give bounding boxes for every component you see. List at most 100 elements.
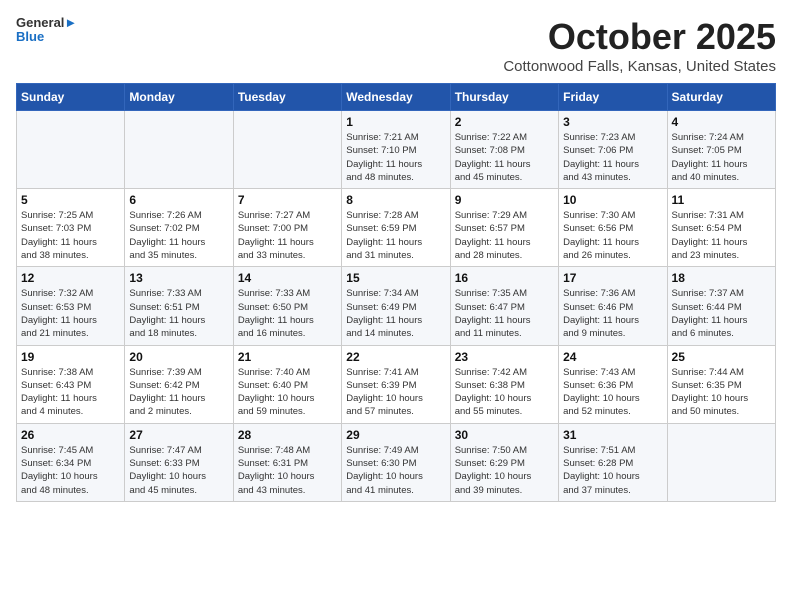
week-row-3: 12Sunrise: 7:32 AM Sunset: 6:53 PM Dayli…	[17, 267, 776, 345]
day-number: 29	[346, 428, 445, 442]
table-row: 30 Sunrise: 7:50 AM Sunset: 6:29 PM Dayli…	[450, 423, 558, 501]
table-row: 23 Sunrise: 7:42 AM Sunset: 6:38 PM Dayli…	[450, 345, 558, 423]
day-number: 14	[238, 271, 337, 285]
day-detail: Sunrise: 7:36 AM Sunset: 6:46 PM Dayligh…	[563, 287, 662, 340]
week-row-2: 5 Sunrise: 7:25 AM Sunset: 7:03 PM Daylig…	[17, 189, 776, 267]
table-row: 19 Sunrise: 7:38 AM Sunset: 6:43 PM Dayli…	[17, 345, 125, 423]
calendar-table: Sunday Monday Tuesday Wednesday Thursday…	[16, 83, 776, 502]
day-number: 16	[455, 271, 554, 285]
header-tuesday: Tuesday	[233, 84, 341, 111]
calendar-title: October 2025	[503, 16, 776, 58]
day-number: 1	[346, 115, 445, 129]
day-detail: Sunrise: 7:42 AM Sunset: 6:38 PM Dayligh…	[455, 366, 554, 419]
table-row: 20 Sunrise: 7:39 AM Sunset: 6:42 PM Dayli…	[125, 345, 233, 423]
day-detail: Sunrise: 7:29 AM Sunset: 6:57 PM Dayligh…	[455, 209, 554, 262]
day-detail: Sunrise: 7:33 AM Sunset: 6:50 PM Dayligh…	[238, 287, 337, 340]
day-detail: Sunrise: 7:33 AM Sunset: 6:51 PM Dayligh…	[129, 287, 228, 340]
table-row: 26 Sunrise: 7:45 AM Sunset: 6:34 PM Dayli…	[17, 423, 125, 501]
day-number: 8	[346, 193, 445, 207]
table-row: 3 Sunrise: 7:23 AM Sunset: 7:06 PM Daylig…	[559, 111, 667, 189]
table-row: 1 Sunrise: 7:21 AM Sunset: 7:10 PM Daylig…	[342, 111, 450, 189]
day-detail: Sunrise: 7:30 AM Sunset: 6:56 PM Dayligh…	[563, 209, 662, 262]
title-block: October 2025 Cottonwood Falls, Kansas, U…	[503, 16, 776, 75]
day-detail: Sunrise: 7:39 AM Sunset: 6:42 PM Dayligh…	[129, 366, 228, 419]
day-detail: Sunrise: 7:37 AM Sunset: 6:44 PM Dayligh…	[672, 287, 771, 340]
table-row: 22 Sunrise: 7:41 AM Sunset: 6:39 PM Dayli…	[342, 345, 450, 423]
table-row: 5 Sunrise: 7:25 AM Sunset: 7:03 PM Daylig…	[17, 189, 125, 267]
table-row: 21 Sunrise: 7:40 AM Sunset: 6:40 PM Dayli…	[233, 345, 341, 423]
table-row: 25 Sunrise: 7:44 AM Sunset: 6:35 PM Dayli…	[667, 345, 775, 423]
table-row: 11Sunrise: 7:31 AM Sunset: 6:54 PM Dayli…	[667, 189, 775, 267]
table-row: 24 Sunrise: 7:43 AM Sunset: 6:36 PM Dayli…	[559, 345, 667, 423]
header-wednesday: Wednesday	[342, 84, 450, 111]
day-detail: Sunrise: 7:24 AM Sunset: 7:05 PM Dayligh…	[672, 131, 771, 184]
table-row	[125, 111, 233, 189]
day-number: 18	[672, 271, 771, 285]
day-number: 17	[563, 271, 662, 285]
header-friday: Friday	[559, 84, 667, 111]
day-number: 7	[238, 193, 337, 207]
calendar-subtitle: Cottonwood Falls, Kansas, United States	[503, 58, 776, 75]
day-detail: Sunrise: 7:50 AM Sunset: 6:29 PM Dayligh…	[455, 444, 554, 497]
table-row: 6Sunrise: 7:26 AM Sunset: 7:02 PM Daylig…	[125, 189, 233, 267]
day-number: 21	[238, 350, 337, 364]
table-row: 9 Sunrise: 7:29 AM Sunset: 6:57 PM Daylig…	[450, 189, 558, 267]
day-detail: Sunrise: 7:40 AM Sunset: 6:40 PM Dayligh…	[238, 366, 337, 419]
day-number: 25	[672, 350, 771, 364]
table-row: 10 Sunrise: 7:30 AM Sunset: 6:56 PM Dayli…	[559, 189, 667, 267]
day-number: 30	[455, 428, 554, 442]
day-detail: Sunrise: 7:43 AM Sunset: 6:36 PM Dayligh…	[563, 366, 662, 419]
day-number: 22	[346, 350, 445, 364]
table-row: 13 Sunrise: 7:33 AM Sunset: 6:51 PM Dayli…	[125, 267, 233, 345]
day-detail: Sunrise: 7:47 AM Sunset: 6:33 PM Dayligh…	[129, 444, 228, 497]
day-detail: Sunrise: 7:21 AM Sunset: 7:10 PM Dayligh…	[346, 131, 445, 184]
day-detail: Sunrise: 7:23 AM Sunset: 7:06 PM Dayligh…	[563, 131, 662, 184]
table-row: 27Sunrise: 7:47 AM Sunset: 6:33 PM Dayli…	[125, 423, 233, 501]
table-row: 29 Sunrise: 7:49 AM Sunset: 6:30 PM Dayli…	[342, 423, 450, 501]
day-detail: Sunrise: 7:49 AM Sunset: 6:30 PM Dayligh…	[346, 444, 445, 497]
day-detail: Sunrise: 7:48 AM Sunset: 6:31 PM Dayligh…	[238, 444, 337, 497]
day-detail: Sunrise: 7:26 AM Sunset: 7:02 PM Dayligh…	[129, 209, 228, 262]
day-number: 3	[563, 115, 662, 129]
day-number: 19	[21, 350, 120, 364]
day-detail: Sunrise: 7:34 AM Sunset: 6:49 PM Dayligh…	[346, 287, 445, 340]
week-row-4: 19 Sunrise: 7:38 AM Sunset: 6:43 PM Dayli…	[17, 345, 776, 423]
day-detail: Sunrise: 7:41 AM Sunset: 6:39 PM Dayligh…	[346, 366, 445, 419]
table-row: 15 Sunrise: 7:34 AM Sunset: 6:49 PM Dayli…	[342, 267, 450, 345]
day-detail: Sunrise: 7:27 AM Sunset: 7:00 PM Dayligh…	[238, 209, 337, 262]
header-thursday: Thursday	[450, 84, 558, 111]
day-detail: Sunrise: 7:44 AM Sunset: 6:35 PM Dayligh…	[672, 366, 771, 419]
logo: General► Blue	[16, 16, 77, 45]
day-number: 23	[455, 350, 554, 364]
day-detail: Sunrise: 7:25 AM Sunset: 7:03 PM Dayligh…	[21, 209, 120, 262]
day-detail: Sunrise: 7:45 AM Sunset: 6:34 PM Dayligh…	[21, 444, 120, 497]
day-number: 26	[21, 428, 120, 442]
table-row: 17 Sunrise: 7:36 AM Sunset: 6:46 PM Dayli…	[559, 267, 667, 345]
weekday-header-row: Sunday Monday Tuesday Wednesday Thursday…	[17, 84, 776, 111]
day-number: 13	[129, 271, 228, 285]
table-row: 8 Sunrise: 7:28 AM Sunset: 6:59 PM Daylig…	[342, 189, 450, 267]
day-number: 15	[346, 271, 445, 285]
week-row-5: 26 Sunrise: 7:45 AM Sunset: 6:34 PM Dayli…	[17, 423, 776, 501]
day-number: 4	[672, 115, 771, 129]
day-number: 24	[563, 350, 662, 364]
day-number: 31	[563, 428, 662, 442]
day-number: 10	[563, 193, 662, 207]
day-detail: Sunrise: 7:38 AM Sunset: 6:43 PM Dayligh…	[21, 366, 120, 419]
day-number: 28	[238, 428, 337, 442]
table-row: 14 Sunrise: 7:33 AM Sunset: 6:50 PM Dayli…	[233, 267, 341, 345]
day-number: 20	[129, 350, 228, 364]
day-number: 5	[21, 193, 120, 207]
table-row: 31Sunrise: 7:51 AM Sunset: 6:28 PM Dayli…	[559, 423, 667, 501]
day-number: 11	[672, 193, 771, 207]
table-row: 12Sunrise: 7:32 AM Sunset: 6:53 PM Dayli…	[17, 267, 125, 345]
page-header: General► Blue October 2025 Cottonwood Fa…	[16, 16, 776, 75]
day-detail: Sunrise: 7:35 AM Sunset: 6:47 PM Dayligh…	[455, 287, 554, 340]
week-row-1: 1 Sunrise: 7:21 AM Sunset: 7:10 PM Daylig…	[17, 111, 776, 189]
header-monday: Monday	[125, 84, 233, 111]
table-row: 4 Sunrise: 7:24 AM Sunset: 7:05 PM Daylig…	[667, 111, 775, 189]
table-row: 18 Sunrise: 7:37 AM Sunset: 6:44 PM Dayli…	[667, 267, 775, 345]
day-detail: Sunrise: 7:28 AM Sunset: 6:59 PM Dayligh…	[346, 209, 445, 262]
day-number: 9	[455, 193, 554, 207]
table-row: 16 Sunrise: 7:35 AM Sunset: 6:47 PM Dayli…	[450, 267, 558, 345]
